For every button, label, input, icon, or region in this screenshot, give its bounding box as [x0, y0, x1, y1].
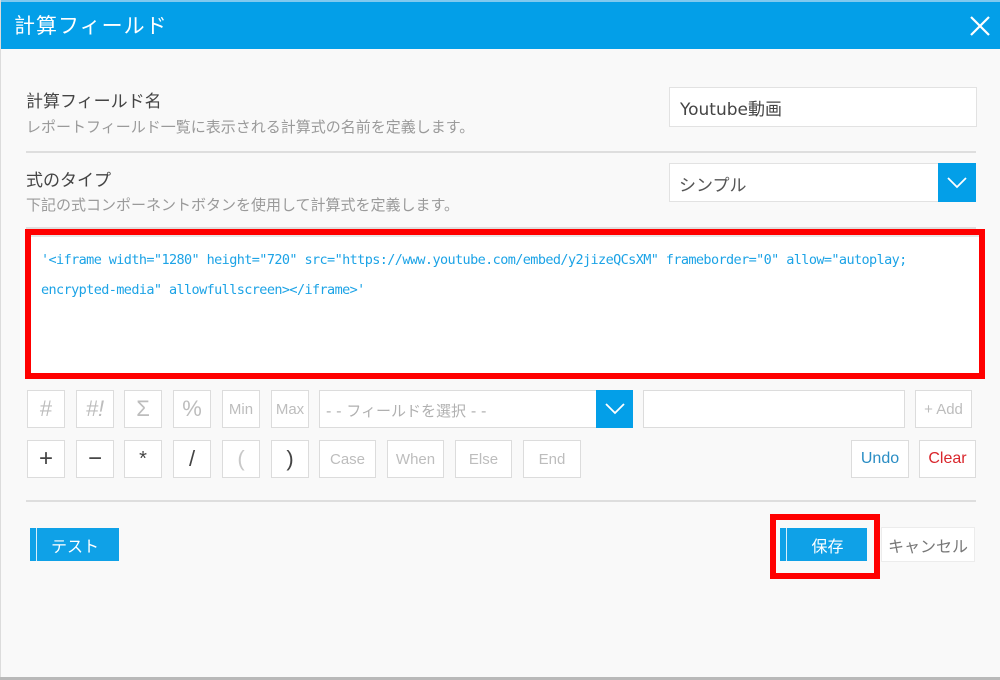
undo-button[interactable]: Undo: [851, 440, 909, 478]
field-select-dropdown-button[interactable]: [596, 390, 633, 428]
max-button[interactable]: Max: [271, 390, 309, 428]
dialog-titlebar: 計算フィールド: [1, 0, 1000, 49]
dialog-title: 計算フィールド: [14, 14, 168, 38]
sum-button[interactable]: Σ: [124, 390, 162, 428]
close-icon: [970, 16, 990, 36]
separator: [26, 151, 976, 153]
formula-type-select[interactable]: シンプル: [669, 163, 976, 202]
formula-type-dropdown-button[interactable]: [938, 163, 976, 202]
close-paren-button[interactable]: ): [271, 440, 309, 478]
field-name-label: 計算フィールド名: [26, 92, 162, 112]
end-button[interactable]: End: [523, 440, 581, 478]
formula-type-value: シンプル: [679, 176, 747, 196]
formula-editor[interactable]: '<iframe width="1280" height="720" src="…: [31, 235, 979, 373]
number-button[interactable]: #: [27, 390, 65, 428]
field-select[interactable]: - - フィールドを選択 - -: [319, 390, 633, 428]
percent-button[interactable]: %: [173, 390, 211, 428]
chevron-down-icon: [947, 176, 967, 188]
custom-value-input[interactable]: [643, 390, 905, 428]
plus-button[interactable]: +: [27, 440, 65, 478]
cancel-button[interactable]: キャンセル: [881, 527, 975, 562]
chevron-down-icon: [604, 403, 625, 415]
test-button[interactable]: テスト: [30, 528, 119, 561]
divide-button[interactable]: /: [173, 440, 211, 478]
calculated-field-dialog: 計算フィールド 計算フィールド名 レポートフィールド一覧に表示される計算式の名前…: [0, 0, 1000, 677]
formula-highlight-box: '<iframe width="1280" height="720" src="…: [25, 229, 985, 379]
field-select-placeholder: - - フィールドを選択 - -: [326, 402, 487, 420]
save-button[interactable]: 保存: [780, 528, 867, 561]
separator: [26, 500, 976, 502]
case-button[interactable]: Case: [319, 440, 376, 478]
formula-type-description: 下記の式コンポーネントボタンを使用して計算式を定義します。: [26, 196, 460, 214]
minus-button[interactable]: −: [76, 440, 114, 478]
else-button[interactable]: Else: [455, 440, 512, 478]
add-button[interactable]: + Add: [915, 390, 972, 428]
open-paren-button[interactable]: (: [222, 440, 260, 478]
clear-button[interactable]: Clear: [919, 440, 976, 478]
min-button[interactable]: Min: [222, 390, 260, 428]
integer-button[interactable]: #!: [76, 390, 114, 428]
when-button[interactable]: When: [387, 440, 444, 478]
close-button[interactable]: [967, 13, 993, 39]
field-name-description: レポートフィールド一覧に表示される計算式の名前を定義します。: [26, 118, 475, 136]
field-name-input[interactable]: [669, 87, 977, 127]
formula-type-label: 式のタイプ: [26, 171, 111, 191]
multiply-button[interactable]: *: [124, 440, 162, 478]
